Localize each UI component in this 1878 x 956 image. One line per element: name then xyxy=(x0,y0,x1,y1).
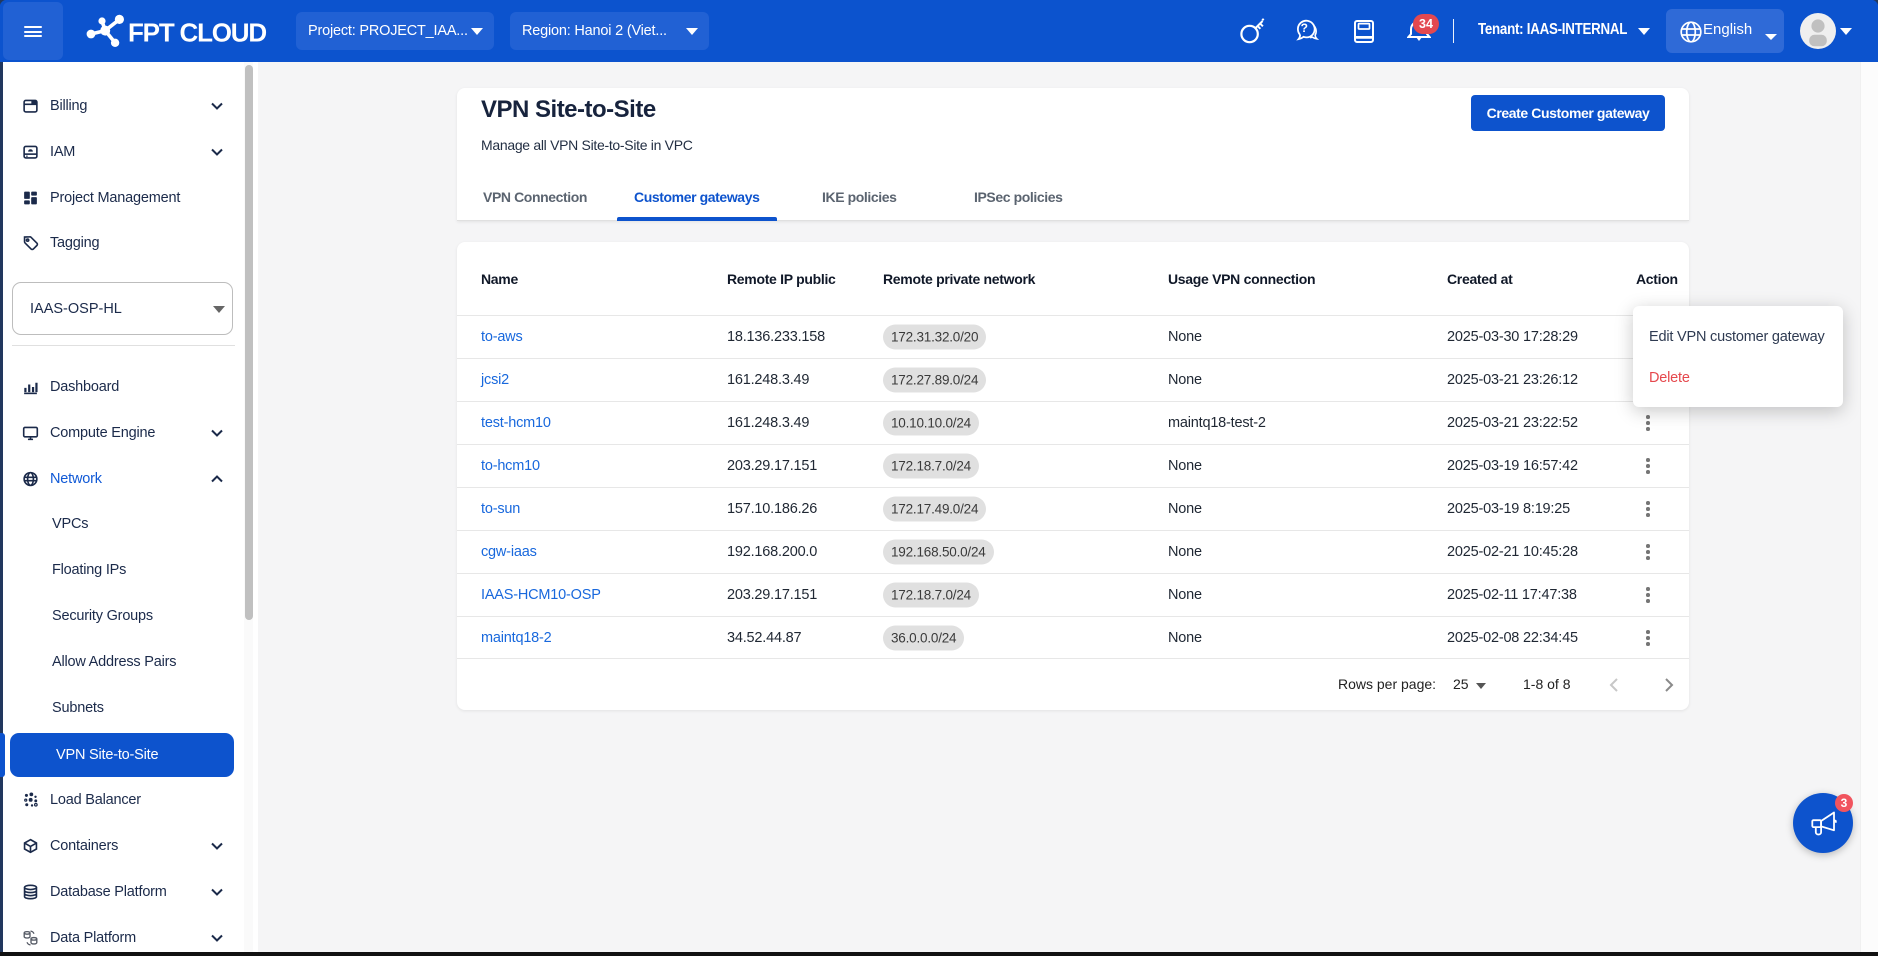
svg-text:?: ? xyxy=(1301,21,1308,35)
svg-text:FPT CLOUD: FPT CLOUD xyxy=(128,18,266,48)
